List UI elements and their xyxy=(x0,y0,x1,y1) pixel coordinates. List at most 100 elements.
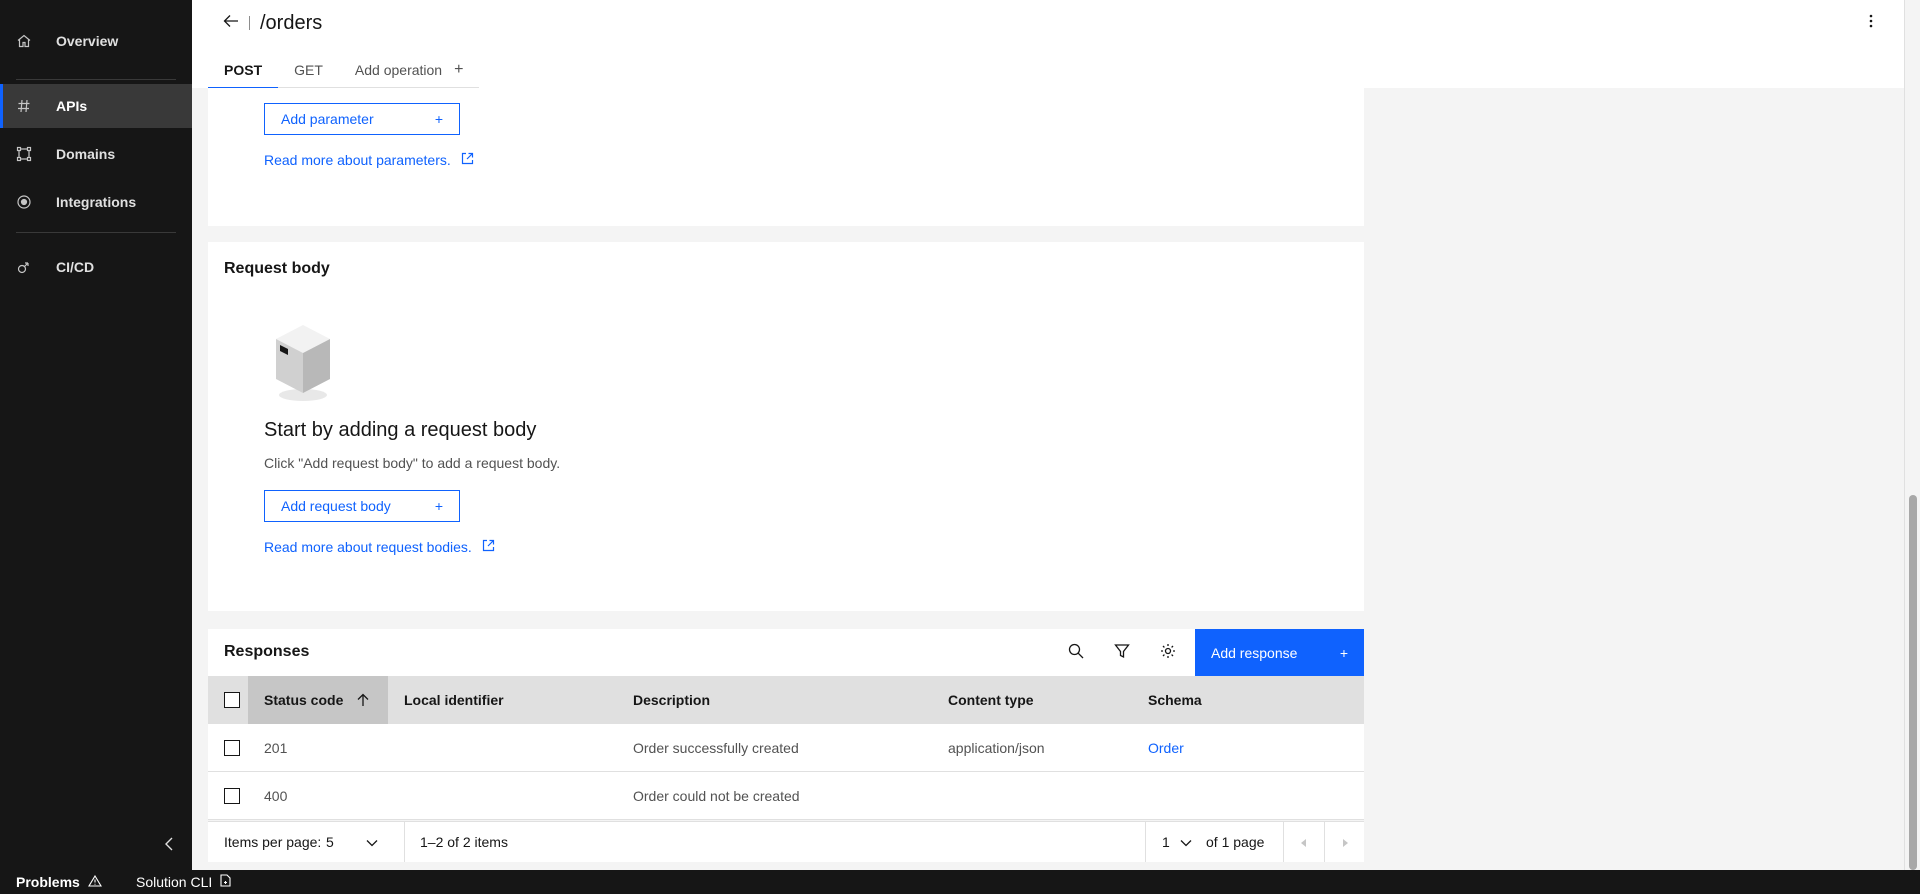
column-header-status-code[interactable]: Status code xyxy=(248,676,388,724)
solution-cli-button[interactable]: Solution CLI xyxy=(136,870,231,894)
schema-link[interactable]: Order xyxy=(1148,724,1184,772)
previous-page-button[interactable] xyxy=(1284,822,1324,862)
vertical-scrollbar[interactable] xyxy=(1904,0,1920,870)
items-per-page-label: Items per page: xyxy=(224,834,322,850)
page-select[interactable]: 1 xyxy=(1162,822,1192,862)
table-header: Status code Local identifier Description… xyxy=(208,676,1364,724)
add-parameter-button[interactable]: Add parameter + xyxy=(264,103,460,135)
column-label: Description xyxy=(633,692,711,708)
section-title: Responses xyxy=(224,643,310,660)
read-more-request-bodies-link[interactable]: Read more about request bodies. xyxy=(264,539,495,555)
button-label: Add parameter xyxy=(281,111,374,127)
document-icon xyxy=(220,874,231,890)
filter-icon xyxy=(1114,643,1130,664)
select-value: 5 xyxy=(326,834,334,850)
problems-button[interactable]: Problems xyxy=(16,870,102,894)
column-label: Local identifier xyxy=(404,692,504,708)
status-label: Problems xyxy=(16,874,80,890)
tab-post[interactable]: POST xyxy=(208,52,279,89)
tab-label: Add operation xyxy=(354,62,443,78)
add-icon: + xyxy=(434,111,443,127)
caret-left-icon xyxy=(1301,834,1307,850)
button-label: Add request body xyxy=(281,498,391,514)
description-cell: Order could not be created xyxy=(633,788,800,804)
request-body-section: Request body Start by adding a request b… xyxy=(208,242,1364,611)
chevron-left-icon xyxy=(164,837,176,856)
sidebar-divider xyxy=(16,79,176,80)
button-label: Add response xyxy=(1211,644,1298,661)
page-title: /orders xyxy=(260,12,323,34)
read-more-parameters-link[interactable]: Read more about parameters. xyxy=(264,152,474,168)
link-label: Read more about request bodies. xyxy=(264,539,472,555)
next-page-button[interactable] xyxy=(1325,822,1364,862)
pagination: Items per page: 5 1–2 of 2 items 1 of 1 … xyxy=(208,821,1364,862)
pagination-divider xyxy=(404,822,405,862)
column-header-schema[interactable]: Schema xyxy=(1148,676,1202,724)
column-header-content-type[interactable]: Content type xyxy=(948,676,1034,724)
empty-state-description: Click "Add request body" to add a reques… xyxy=(264,455,561,471)
empty-state-box-illustration xyxy=(270,321,336,403)
status-code-cell: 400 xyxy=(264,788,288,804)
external-link-icon xyxy=(482,539,495,555)
sidebar: Overview APIs Domains Integrations CI/CD xyxy=(0,0,192,870)
sidebar-item-cicd[interactable]: CI/CD xyxy=(0,245,192,289)
operation-tabs: POST GET Add operation + xyxy=(208,52,480,89)
settings-button[interactable] xyxy=(1152,637,1184,669)
status-code-cell: 201 xyxy=(264,740,288,756)
chevron-down-icon xyxy=(366,834,378,850)
item-range-text: 1–2 of 2 items xyxy=(420,834,508,850)
sort-ascending-icon xyxy=(357,693,369,707)
add-response-button[interactable]: Add response + xyxy=(1195,629,1364,676)
sidebar-item-label: Domains xyxy=(56,146,116,162)
page-header: /orders POST GET Add operation + xyxy=(192,0,1920,89)
add-icon: + xyxy=(434,498,443,514)
sidebar-item-label: CI/CD xyxy=(56,259,95,275)
sidebar-item-integrations[interactable]: Integrations xyxy=(0,180,192,224)
warning-icon xyxy=(87,874,102,890)
sidebar-divider xyxy=(16,232,176,233)
row-checkbox[interactable] xyxy=(224,740,240,756)
empty-state-title: Start by adding a request body xyxy=(264,419,537,441)
back-button[interactable] xyxy=(220,12,242,34)
description-cell: Order successfully created xyxy=(633,740,799,756)
select-all-checkbox[interactable] xyxy=(224,692,240,708)
section-title: Request body xyxy=(224,260,330,277)
add-request-body-button[interactable]: Add request body + xyxy=(264,490,460,522)
column-header-description[interactable]: Description xyxy=(633,676,710,724)
sidebar-item-label: Overview xyxy=(56,33,119,49)
scrollbar-thumb[interactable] xyxy=(1909,495,1917,870)
gear-icon xyxy=(1160,643,1176,664)
column-header-local-identifier[interactable]: Local identifier xyxy=(404,676,504,724)
external-link-icon xyxy=(461,152,474,168)
items-per-page-select[interactable]: 5 xyxy=(326,822,378,862)
pagination-divider xyxy=(1145,822,1146,862)
table-row[interactable]: 400 Order could not be created xyxy=(208,772,1364,820)
tab-label: GET xyxy=(294,62,323,78)
sidebar-item-apis[interactable]: APIs xyxy=(0,84,192,128)
tab-get[interactable]: GET xyxy=(278,52,339,88)
select-value: 1 xyxy=(1162,834,1170,850)
title-divider xyxy=(249,16,250,30)
column-label: Content type xyxy=(948,692,1034,708)
integration-icon xyxy=(16,194,32,210)
page-count-text: of 1 page xyxy=(1206,834,1265,850)
filter-button[interactable] xyxy=(1106,637,1138,669)
sidebar-item-overview[interactable]: Overview xyxy=(0,19,192,63)
status-label: Solution CLI xyxy=(136,874,213,890)
collapse-sidebar-button[interactable] xyxy=(158,834,182,858)
hash-icon xyxy=(16,98,32,114)
search-button[interactable] xyxy=(1060,637,1092,669)
sidebar-item-domains[interactable]: Domains xyxy=(0,132,192,176)
chevron-down-icon xyxy=(1180,834,1192,850)
status-bar: Problems Solution CLI xyxy=(0,870,1920,894)
tab-add-operation[interactable]: Add operation + xyxy=(339,52,480,88)
responses-toolbar: Responses Add response + xyxy=(208,629,1364,676)
add-icon: + xyxy=(1339,644,1348,661)
row-checkbox[interactable] xyxy=(224,788,240,804)
parameters-section: Add parameter + Read more about paramete… xyxy=(208,88,1364,226)
overflow-menu-button[interactable] xyxy=(1860,12,1882,34)
arrow-left-icon xyxy=(223,14,239,33)
table-row[interactable]: 201 Order successfully created applicati… xyxy=(208,724,1364,772)
tab-label: POST xyxy=(224,62,263,78)
cicd-icon xyxy=(16,259,32,275)
